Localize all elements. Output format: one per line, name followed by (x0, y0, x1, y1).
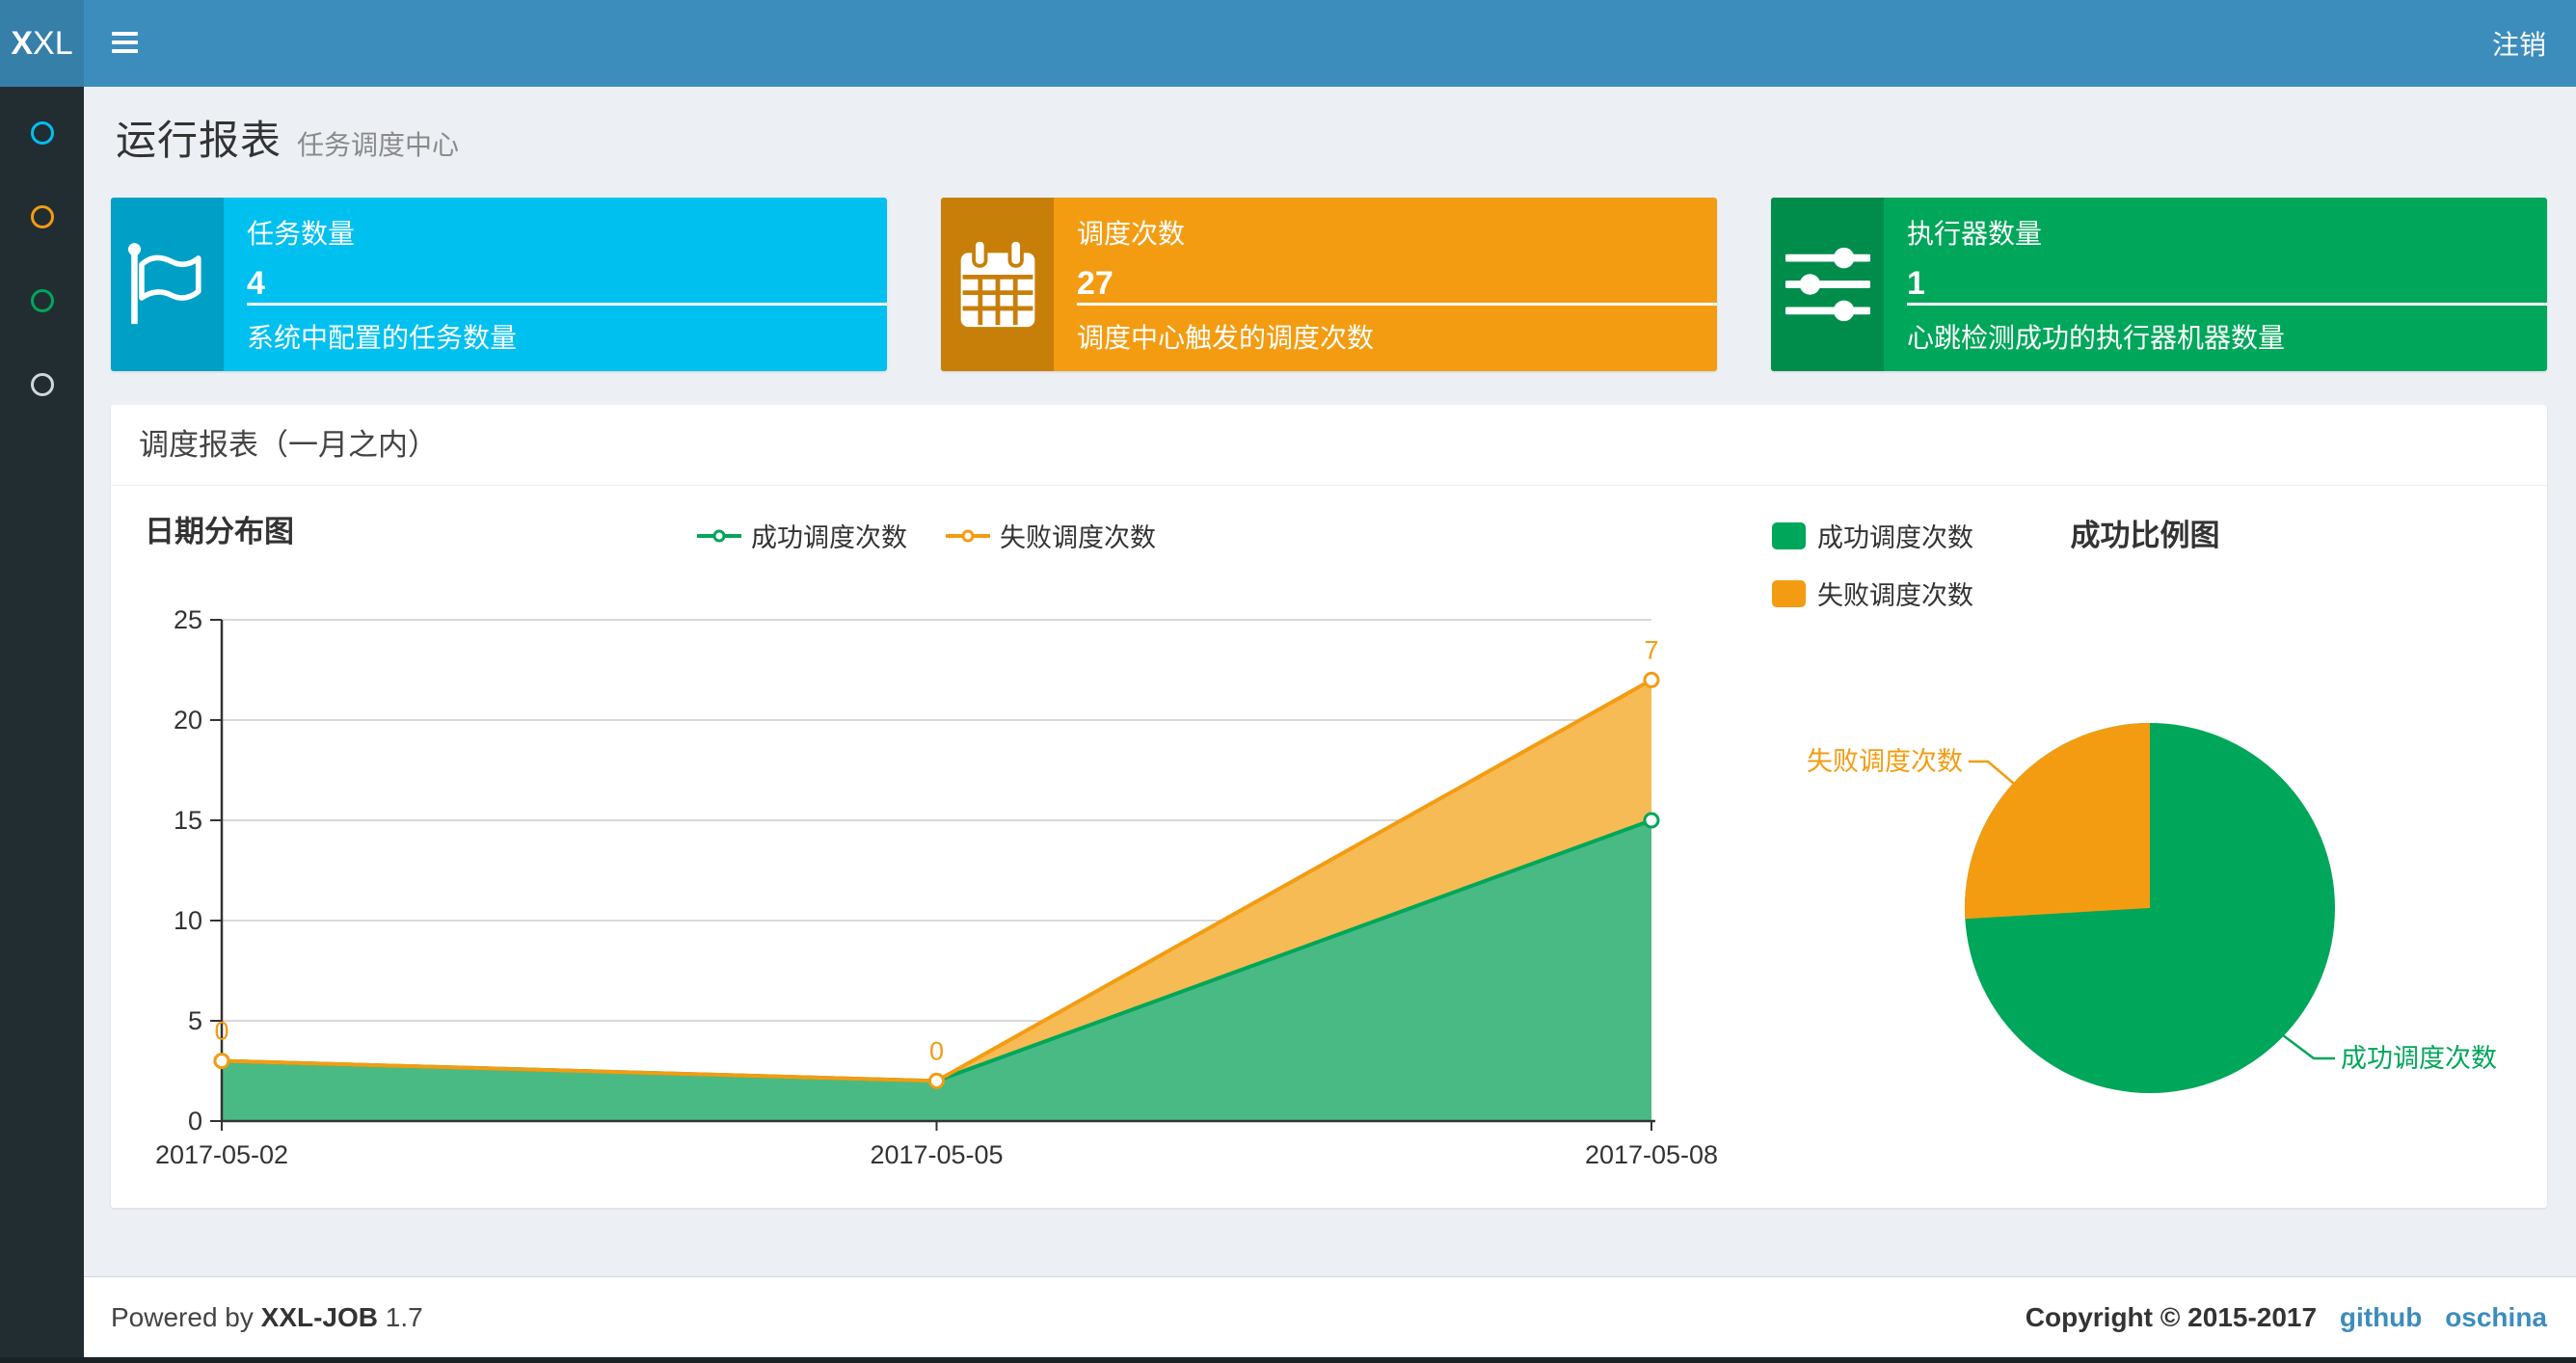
success-label-line (2282, 1034, 2335, 1060)
svg-text:2017-05-08: 2017-05-08 (1585, 1140, 1718, 1169)
oschina-link[interactable]: oschina (2445, 1302, 2547, 1332)
github-link[interactable]: github (2340, 1302, 2423, 1332)
product-name: XXL-JOB (260, 1301, 379, 1332)
pie-legend-swatch-icon (1772, 521, 1806, 549)
line-legend-marker-icon (946, 529, 990, 542)
top-navbar: X XL 注销 (0, 0, 2576, 87)
svg-text:2017-05-05: 2017-05-05 (870, 1140, 1003, 1169)
copyright-text: Copyright © 2015-2017 (2025, 1301, 2318, 1332)
svg-text:25: 25 (174, 605, 202, 634)
page-footer: Powered by XXL-JOB 1.7 Copyright © 2015-… (84, 1276, 2576, 1357)
info-box-description: 调度中心触发的调度次数 (1077, 323, 1375, 353)
page-header: 运行报表 任务调度中心 (84, 87, 2576, 167)
fail-marker (213, 1053, 230, 1070)
info-box-divider (1077, 303, 1717, 306)
x-axis-labels: 2017-05-02 2017-05-05 2017-05-08 (155, 1121, 1718, 1169)
fail-data-label: 0 (214, 1017, 228, 1046)
info-box-description: 心跳检测成功的执行器机器数量 (1907, 323, 2286, 353)
fail-marker (928, 1072, 945, 1089)
line-chart-legend: 成功调度次数 失败调度次数 (697, 517, 1156, 554)
legend-item-fail[interactable]: 失败调度次数 (946, 517, 1156, 554)
svg-text:20: 20 (174, 706, 202, 735)
info-box-triggers: 调度次数 27 调度中心触发的调度次数 (941, 198, 1717, 371)
svg-text:15: 15 (174, 806, 202, 835)
legend-item-success[interactable]: 成功调度次数 (697, 517, 907, 554)
sidebar-nav (0, 87, 84, 1363)
pie-fail-label: 失败调度次数 (1807, 747, 1963, 776)
footer-powered-by: Powered by XXL-JOB 1.7 (111, 1302, 423, 1333)
info-box-label: 任务数量 (247, 219, 356, 249)
line-chart-title: 日期分布图 (145, 515, 294, 548)
info-box-executors: 执行器数量 1 心跳检测成功的执行器机器数量 (1771, 198, 2547, 371)
brand-logo-bold: X (11, 24, 34, 62)
product-version: 1.7 (385, 1301, 423, 1332)
info-box-row: 任务数量 4 系统中配置的任务数量 调度次数 27 调度中心触发的调度次数 执行… (111, 198, 2547, 371)
info-box-label: 调度次数 (1077, 219, 1186, 249)
svg-text:2017-05-02: 2017-05-02 (155, 1140, 288, 1169)
info-box-jobs: 任务数量 4 系统中配置的任务数量 (111, 198, 887, 371)
calendar-icon (941, 198, 1054, 371)
pie-success-label: 成功调度次数 (2341, 1044, 2497, 1073)
fail-data-label: 0 (929, 1036, 944, 1065)
info-box-divider (247, 303, 887, 306)
info-box-content: 执行器数量 1 心跳检测成功的执行器机器数量 (1884, 198, 2547, 371)
pie-chart-legend: 成功调度次数 失败调度次数 (1772, 517, 1973, 632)
info-box-value: 4 (247, 265, 265, 302)
success-marker (1643, 812, 1660, 829)
legend-item-fail[interactable]: 失败调度次数 (1772, 575, 1973, 612)
info-box-description: 系统中配置的任务数量 (247, 323, 518, 353)
report-panel: 调度报表（一月之内） 0 5 10 15 20 25 2017-05-02 2017-05-0… (111, 405, 2547, 1208)
info-box-content: 任务数量 4 系统中配置的任务数量 (224, 198, 887, 371)
brand-logo[interactable]: X XL (0, 0, 84, 87)
pie-fail-slice (1964, 723, 2150, 920)
svg-text:5: 5 (188, 1006, 202, 1035)
pie-legend-swatch-icon (1772, 579, 1806, 607)
app-root: X XL 注销 运行报表 任务调度中心 任务数量 4 系统中配置的任务数量 调度… (0, 0, 2576, 1363)
info-box-value: 1 (1907, 265, 1925, 302)
info-box-label: 执行器数量 (1907, 219, 2043, 249)
info-box-value: 27 (1077, 265, 1114, 302)
sidebar-menu-circle-outline-icon[interactable] (30, 121, 54, 145)
line-legend-marker-icon (697, 529, 741, 542)
powered-prefix: Powered by (111, 1301, 254, 1332)
legend-label: 成功调度次数 (751, 523, 907, 552)
footer-copyright: Copyright © 2015-2017 github oschina (2026, 1302, 2547, 1333)
page-subtitle: 任务调度中心 (297, 130, 460, 160)
sliders-icon (1771, 198, 1884, 371)
sidebar-menu-circle-outline-icon[interactable] (30, 205, 54, 228)
content-area: 运行报表 任务调度中心 (84, 87, 2576, 167)
page-title: 运行报表 (116, 118, 282, 163)
sidebar-menu-circle-outline-icon[interactable] (30, 373, 54, 396)
legend-label: 失败调度次数 (1817, 581, 1973, 610)
pie-chart-title: 成功比例图 (2070, 519, 2220, 552)
fail-marker (1643, 671, 1660, 688)
brand-logo-rest: XL (33, 24, 73, 62)
legend-label: 成功调度次数 (1817, 523, 1973, 552)
fail-data-label: 7 (1644, 635, 1658, 664)
info-box-content: 调度次数 27 调度中心触发的调度次数 (1054, 198, 1717, 371)
info-box-divider (1907, 303, 2547, 306)
logout-link[interactable]: 注销 (2486, 0, 2552, 87)
sidebar-menu-circle-outline-icon[interactable] (30, 289, 54, 312)
sidebar-toggle-icon[interactable] (112, 32, 138, 55)
flag-icon (111, 198, 224, 371)
svg-text:10: 10 (174, 906, 202, 935)
svg-text:0: 0 (188, 1107, 202, 1136)
legend-item-success[interactable]: 成功调度次数 (1772, 517, 1973, 554)
legend-label: 失败调度次数 (1000, 523, 1156, 552)
bottom-edge-strip (0, 1357, 2576, 1363)
